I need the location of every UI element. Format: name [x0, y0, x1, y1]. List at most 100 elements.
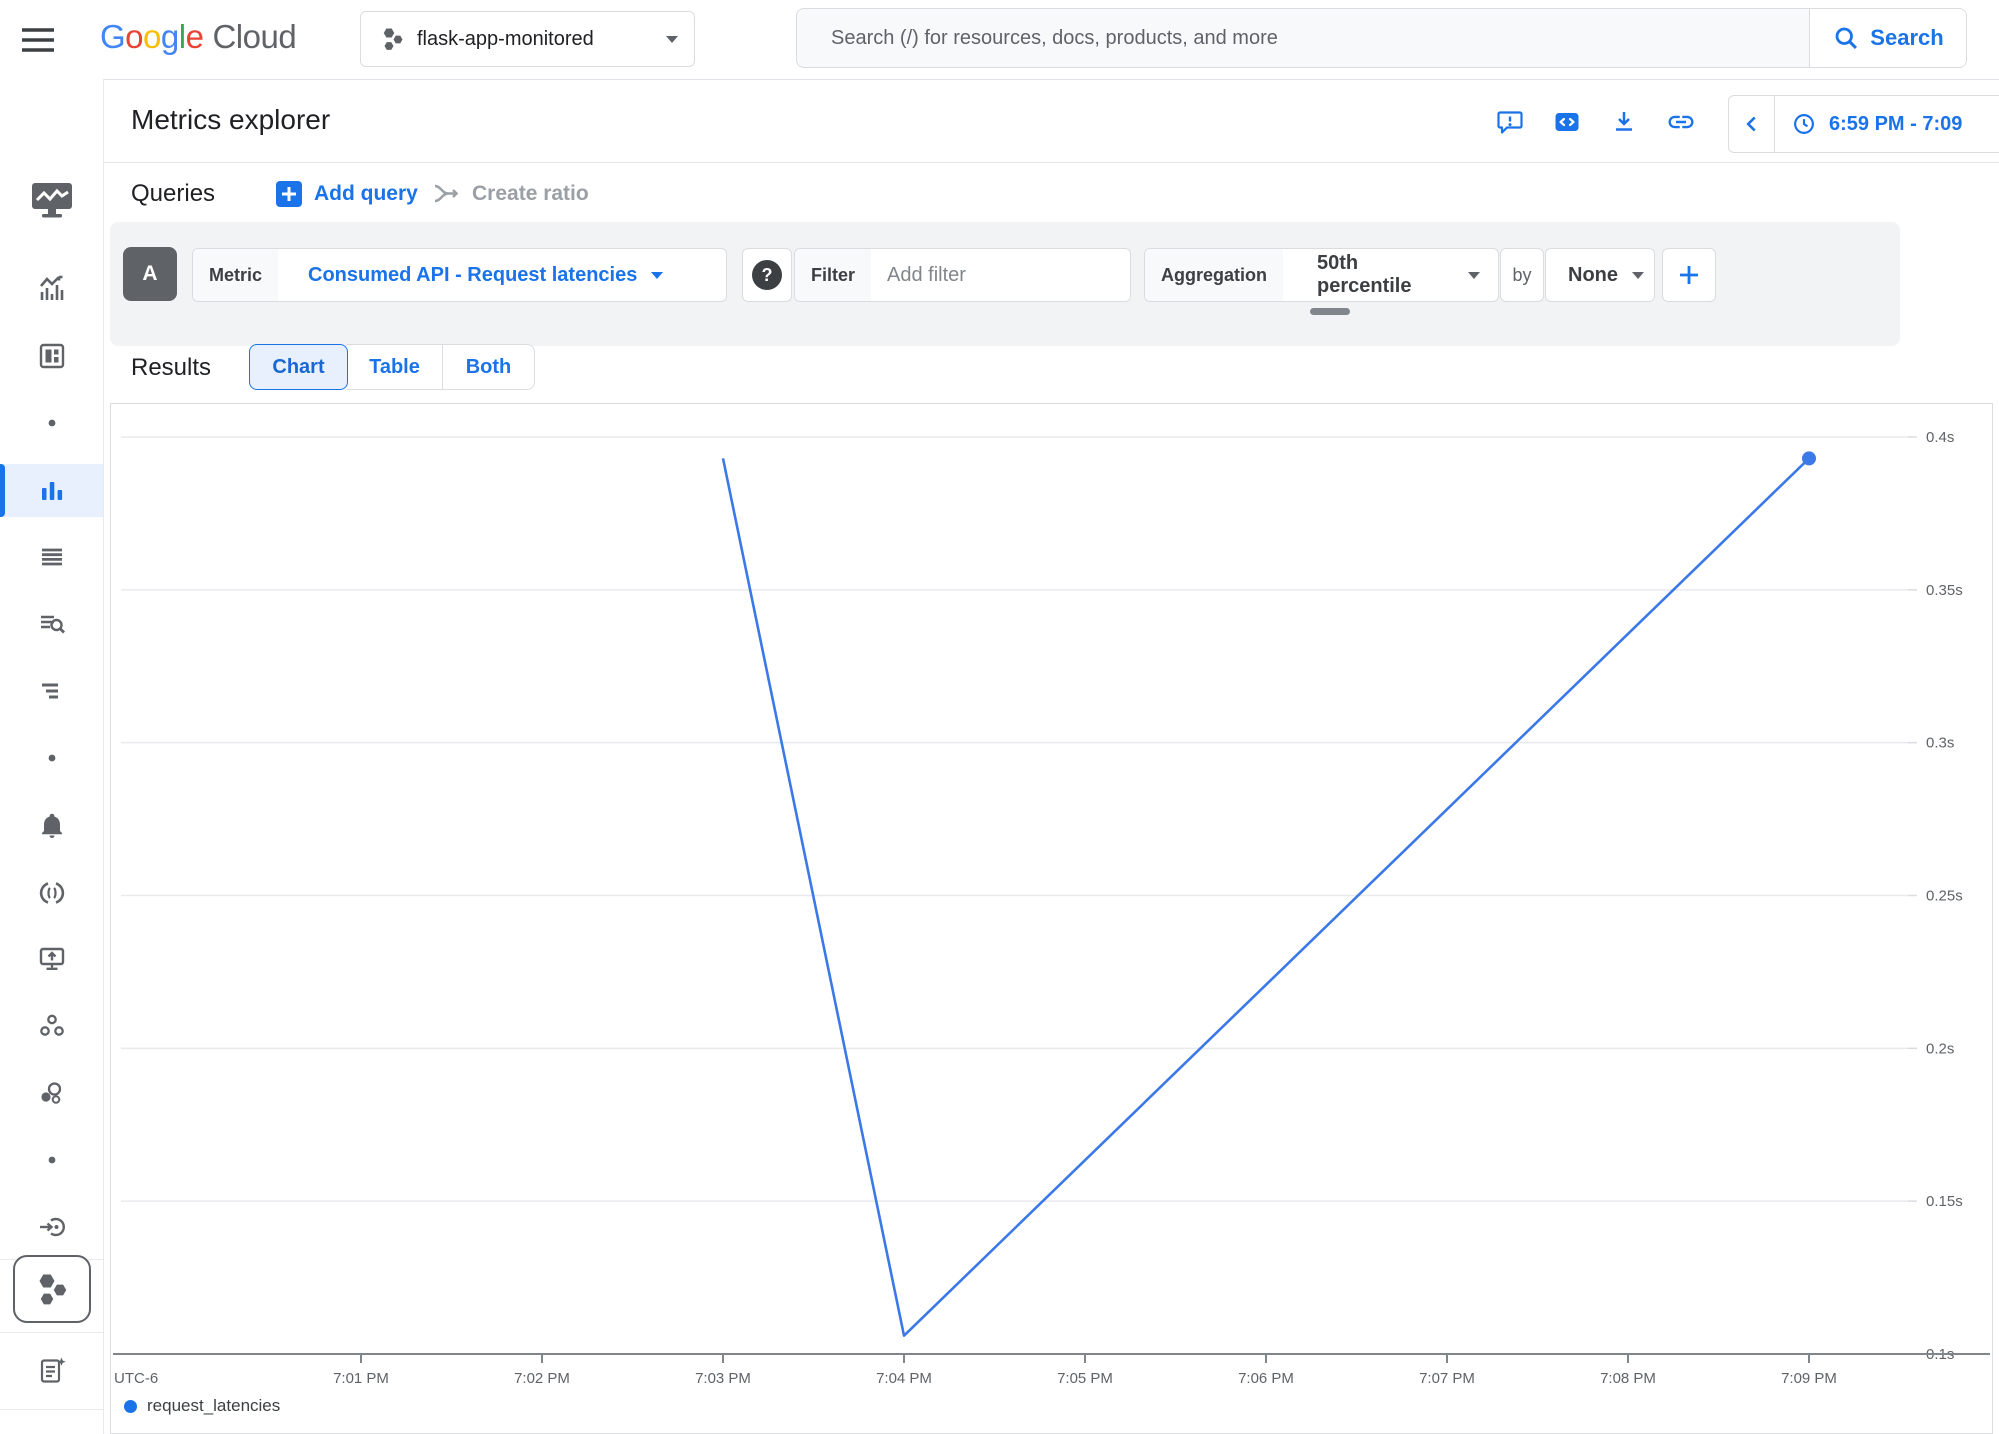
- filter-control[interactable]: Filter: [794, 248, 1131, 302]
- sidebar-item-services[interactable]: [0, 998, 103, 1054]
- chevron-down-icon: [1632, 272, 1644, 279]
- metric-value: Consumed API - Request latencies: [308, 264, 637, 287]
- uptime-monitor-icon: [37, 944, 67, 974]
- svg-text:7:06 PM: 7:06 PM: [1238, 1370, 1294, 1387]
- add-aggregation-button[interactable]: [1662, 248, 1716, 302]
- svg-text:0.3s: 0.3s: [1926, 735, 1954, 752]
- hamburger-icon: [20, 25, 56, 55]
- search-button-label: Search: [1870, 25, 1943, 51]
- hamburger-menu-button[interactable]: [20, 25, 56, 55]
- search-input[interactable]: [797, 27, 1809, 50]
- group-by-value: None: [1568, 264, 1618, 287]
- dot-icon: [47, 753, 57, 763]
- group-by-selector[interactable]: None: [1545, 248, 1655, 302]
- google-cloud-logo[interactable]: Google Cloud: [100, 18, 296, 56]
- metrics-explorer-icon: [37, 476, 67, 506]
- monitoring-logo-icon: [30, 180, 74, 220]
- svg-text:0.2s: 0.2s: [1926, 1040, 1954, 1057]
- release-notes-icon: [37, 1356, 67, 1386]
- add-query-button[interactable]: Add query: [274, 179, 418, 209]
- divider: [0, 1409, 103, 1410]
- sidebar-item-groups[interactable]: [0, 1065, 103, 1121]
- metric-selector[interactable]: Metric Consumed API - Request latencies: [192, 248, 727, 302]
- results-view-toggle: Chart Table Both: [249, 344, 535, 390]
- sidebar-item-dashboards[interactable]: [0, 328, 103, 384]
- project-name: flask-app-monitored: [417, 28, 594, 51]
- project-selector[interactable]: flask-app-monitored: [360, 11, 695, 67]
- sidebar-item-trace[interactable]: [0, 663, 103, 719]
- project-hexagons-icon: [379, 25, 405, 53]
- toggle-both[interactable]: Both: [443, 344, 535, 390]
- log-list-icon: [37, 542, 67, 572]
- sidebar-item-metrics-explorer[interactable]: [0, 464, 103, 517]
- feedback-icon: [1496, 108, 1524, 136]
- sidebar-item-overview[interactable]: [0, 261, 103, 317]
- sidebar-item-monitoring-logo[interactable]: [0, 172, 103, 228]
- sidebar-item-integrations[interactable]: [0, 1199, 103, 1255]
- aggregation-selector[interactable]: Aggregation 50th percentile: [1144, 248, 1499, 302]
- dot-icon: [47, 1155, 57, 1165]
- link-icon: [1666, 107, 1696, 137]
- add-query-plus-icon: [274, 179, 304, 209]
- toggle-table[interactable]: Table: [347, 344, 443, 390]
- sidebar-item-log-entries[interactable]: [0, 529, 103, 585]
- aggregation-value: 50th percentile: [1317, 252, 1454, 298]
- time-range-button[interactable]: 6:59 PM - 7:09: [1775, 111, 1962, 137]
- latency-chart-card[interactable]: 0.4s0.35s0.3s0.25s0.2s0.15s0.1s7:01 PM7:…: [110, 403, 1993, 1434]
- svg-text:UTC-6: UTC-6: [114, 1370, 158, 1387]
- query-letter-chip[interactable]: A: [123, 247, 177, 301]
- metric-help-button[interactable]: ?: [742, 248, 792, 302]
- svg-text:7:02 PM: 7:02 PM: [514, 1370, 570, 1387]
- filter-input[interactable]: [871, 249, 1131, 301]
- sidebar-item-error-reporting[interactable]: [0, 865, 103, 921]
- active-indicator-bar: [0, 464, 5, 517]
- sidebar-section-dot: [0, 395, 103, 451]
- chevron-down-icon: [1468, 272, 1480, 279]
- download-button[interactable]: [1602, 100, 1646, 144]
- divider: [0, 1332, 103, 1333]
- svg-text:0.4s: 0.4s: [1926, 429, 1954, 446]
- app-hexagons-icon: [31, 1268, 73, 1310]
- create-ratio-button[interactable]: Create ratio: [432, 179, 589, 209]
- feedback-button[interactable]: [1488, 100, 1532, 144]
- filter-label: Filter: [795, 249, 871, 301]
- svg-text:7:03 PM: 7:03 PM: [695, 1370, 751, 1387]
- time-range-control: 6:59 PM - 7:09: [1728, 95, 1999, 153]
- page-title: Metrics explorer: [131, 104, 330, 136]
- toggle-chart[interactable]: Chart: [249, 344, 348, 390]
- aggregation-label: Aggregation: [1145, 249, 1283, 301]
- horizontal-scrollbar-thumb[interactable]: [1310, 308, 1350, 315]
- code-icon: [1553, 108, 1581, 136]
- legend-item-request-latencies[interactable]: request_latencies: [124, 1392, 280, 1420]
- time-back-button[interactable]: [1729, 96, 1774, 152]
- svg-text:0.35s: 0.35s: [1926, 582, 1963, 599]
- svg-text:7:01 PM: 7:01 PM: [333, 1370, 389, 1387]
- google-logo-letter: o: [125, 18, 143, 56]
- svg-text:7:05 PM: 7:05 PM: [1057, 1370, 1113, 1387]
- sidebar-item-app-monitoring[interactable]: [0, 1255, 103, 1323]
- top-app-bar: Google Cloud flask-app-monitored S: [0, 0, 1999, 80]
- code-view-button[interactable]: [1545, 100, 1589, 144]
- time-range-text: 6:59 PM - 7:09: [1829, 113, 1962, 136]
- series-label: request_latencies: [147, 1396, 280, 1416]
- sidebar-item-alerting[interactable]: [0, 798, 103, 854]
- clock-icon: [1791, 111, 1817, 137]
- error-reporting-icon: [37, 878, 67, 908]
- integrations-icon: [37, 1212, 67, 1242]
- services-icon: [37, 1011, 67, 1041]
- sidebar-item-log-search[interactable]: [0, 596, 103, 652]
- create-ratio-icon: [432, 179, 462, 209]
- search-button[interactable]: Search: [1809, 9, 1966, 67]
- svg-text:0.25s: 0.25s: [1926, 888, 1963, 905]
- series-color-dot: [124, 1400, 137, 1413]
- divider: [0, 162, 1999, 163]
- google-logo-letter: G: [100, 18, 125, 56]
- line-chart[interactable]: 0.4s0.35s0.3s0.25s0.2s0.15s0.1s7:01 PM7:…: [111, 404, 1992, 1433]
- sidebar-item-release-notes[interactable]: [0, 1343, 103, 1399]
- sidebar-item-uptime-checks[interactable]: [0, 931, 103, 987]
- monitoring-sidebar: [0, 79, 104, 1434]
- search-icon: [1832, 24, 1860, 52]
- share-link-button[interactable]: [1659, 100, 1703, 144]
- add-query-label: Add query: [314, 182, 418, 206]
- groups-icon: [37, 1078, 67, 1108]
